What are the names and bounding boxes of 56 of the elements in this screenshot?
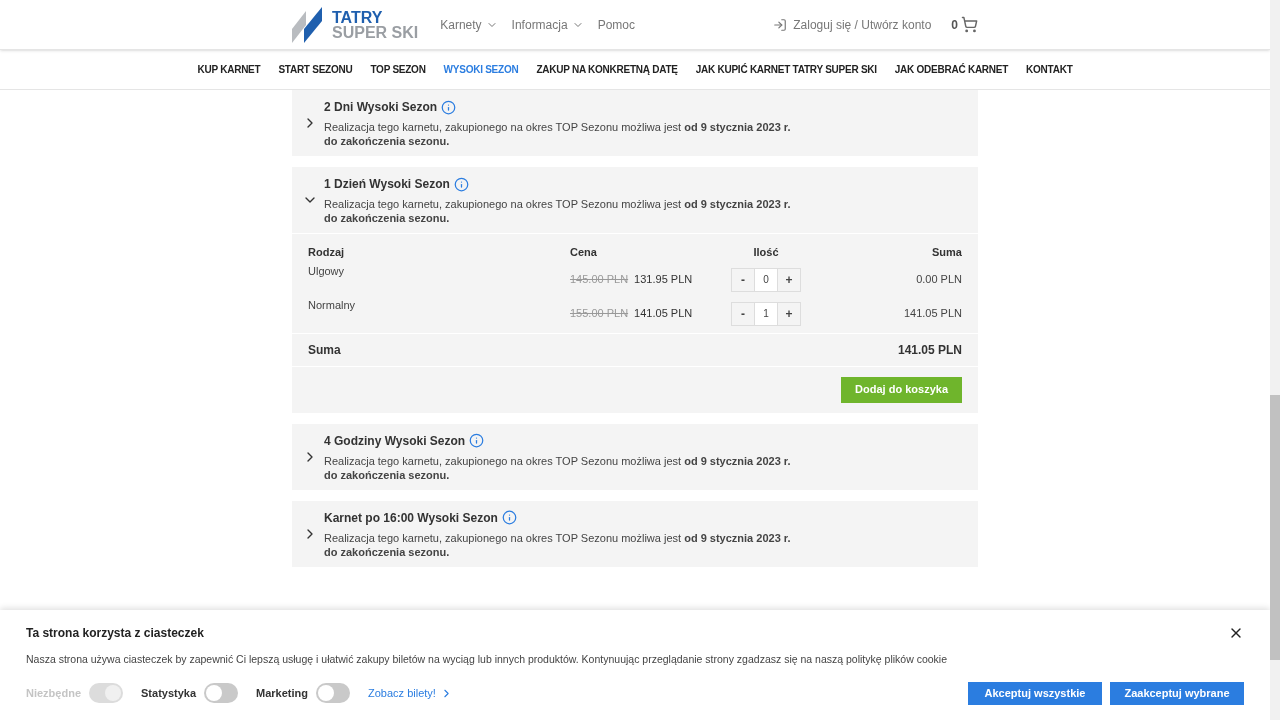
toggle-switch[interactable] [316,683,351,704]
info-icon[interactable] [441,99,457,115]
price: 141.05 PLN [634,306,693,322]
total-value: 141.05 PLN [897,341,962,359]
nav-tab[interactable]: TOP SEZON [370,62,426,77]
old-price: 155.00 PLN [570,306,629,322]
see-tickets-link[interactable]: Zobacz bilety! [368,685,436,702]
pass-title[interactable]: Karnet po 16:00 Wysoki Sezon [324,508,498,527]
nav-tab[interactable]: ZAKUP NA KONKRETNĄ DATĘ [536,62,678,77]
toggle-label: Statystyka [141,686,197,701]
quantity-field[interactable]: 1 [754,302,778,325]
pass-title[interactable]: 4 Godziny Wysoki Sezon [324,431,466,450]
login-icon[interactable] [773,17,788,32]
accept-button[interactable]: Zaakceptuj wybrane [1110,681,1244,705]
logo-text: SUPER SKI [332,24,419,40]
column-header: Ilość [752,245,780,260]
accept-button[interactable]: Akceptuj wszystkie [968,681,1102,705]
nav-tab[interactable]: KUP KARNET [197,62,261,77]
menu-link[interactable]: Pomoc [597,15,635,34]
price: 131.95 PLN [634,272,693,288]
login-link[interactable]: Zaloguj się / Utwórz konto [793,15,932,34]
old-price: 145.00 PLN [570,272,629,288]
info-icon[interactable] [453,176,469,192]
menu-link[interactable]: Karnety [440,15,482,34]
cookie-text: Nasza strona używa ciasteczek by zapewnić Ci lepszą usługę i ułatwić zakupy biletów na wyciąg lub innych produktów. Kontynuując przeglądanie strony zgadzasz się na naszą politykę plików cookie [26,652,948,667]
ticket-type: Ulgowy [308,263,346,279]
toggle-switch[interactable] [204,683,239,704]
column-header: Cena [570,245,598,260]
menu-link[interactable]: Informacja [511,15,568,34]
quantity-field[interactable]: 0 [754,268,778,291]
cart-icon[interactable] [961,16,978,33]
pass-title[interactable]: 2 Dni Wysoki Sezon [324,98,438,116]
row-sum: 0.00 PLN [915,272,962,288]
row-sum: 141.05 PLN [902,306,962,322]
nav-tab[interactable]: JAK KUPIĆ KARNET TATRY SUPER SKI [695,62,877,77]
toggle-label: Marketing [256,686,309,701]
cookie-title: Ta strona korzysta z ciasteczek [26,625,204,642]
column-header: Suma [931,245,962,260]
total-label: Suma [308,341,341,359]
info-icon[interactable] [501,510,517,525]
nav-tab[interactable]: WYSOKI SEZON [443,62,519,77]
pass-description: Realizacja tego karnetu, zakupionego na okres TOP Sezonu możliwa jest od 9 stycznia 2023 r. do zakończenia sezonu. [324,453,792,482]
pass-description: Realizacja tego karnetu, zakupionego na okres TOP Sezonu możliwa jest od 9 stycznia 2023 r. do zakończenia sezonu. [324,530,792,559]
logo-text: TATRY [332,9,384,25]
pass-description: Realizacja tego karnetu, zakupionego na okres TOP Sezonu możliwa jest od 9 stycznia 2023 r. do zakończenia sezonu. [324,197,792,225]
column-header: Rodzaj [308,245,346,260]
nav-tab[interactable]: START SEZONU [278,62,353,77]
cart-count: 0 [951,16,958,34]
toggle-label: Niezbędne [26,686,81,701]
info-icon[interactable] [469,433,485,448]
scrollbar-thumb[interactable] [1270,395,1280,660]
nav-tab[interactable]: JAK ODEBRAĆ KARNET [894,62,1009,77]
nav-tab[interactable]: KONTAKT [1026,62,1073,77]
pass-description: Realizacja tego karnetu, zakupionego na okres TOP Sezonu możliwa jest od 9 stycznia 2023 r. do zakończenia sezonu. [324,120,792,148]
ticket-type: Normalny [308,297,357,313]
pass-title[interactable]: 1 Dzień Wysoki Sezon [324,175,450,193]
